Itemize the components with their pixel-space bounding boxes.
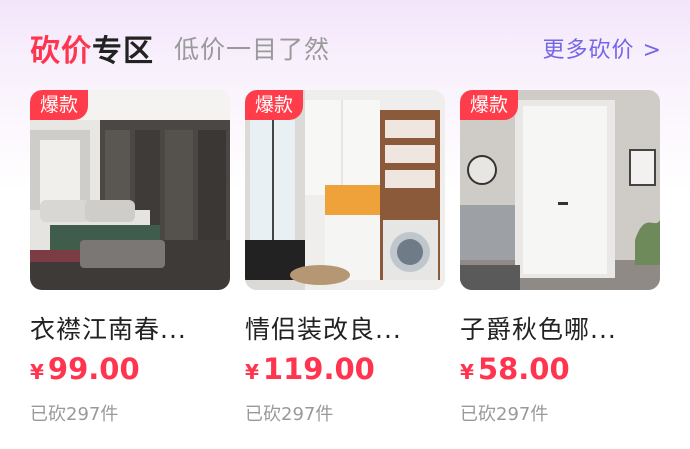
product-image[interactable]: 爆款 xyxy=(245,90,445,290)
product-image[interactable]: 爆款 xyxy=(30,90,230,290)
sold-count: 已砍297件 xyxy=(245,404,334,425)
product-price: ¥58.00 xyxy=(460,352,570,386)
product-name[interactable]: 子爵秋色哪... xyxy=(460,310,675,346)
product-price: ¥119.00 xyxy=(245,352,375,386)
white-door-image xyxy=(460,90,660,290)
product-image[interactable]: 爆款 xyxy=(460,90,660,290)
currency-symbol: ¥ xyxy=(245,360,259,384)
product-name[interactable]: 衣襟江南春... xyxy=(30,310,245,346)
price-value: 58.00 xyxy=(477,352,570,386)
product-card[interactable]: 爆款 衣襟江南春... ¥99.00 已砍297件 xyxy=(30,90,230,425)
bedroom-image xyxy=(30,90,230,290)
more-bargain-link[interactable]: 更多砍价 > xyxy=(543,32,662,64)
price-value: 119.00 xyxy=(262,352,375,386)
product-name[interactable]: 情侣装改良... xyxy=(245,310,460,346)
laundry-cabinet-image xyxy=(245,90,445,290)
bargain-section: 砍价专区 低价一目了然 更多砍价 > 爆款 衣襟江南春... ¥ 99.00 已… xyxy=(0,0,690,449)
hot-badge: 爆款 xyxy=(30,90,89,120)
sold-count: 已砍297件 xyxy=(30,404,119,425)
sold-count: 已砍297件 xyxy=(460,404,549,425)
chevron-right-icon: > xyxy=(642,38,662,63)
hot-badge: 爆款 xyxy=(460,90,519,120)
currency-symbol: ¥ xyxy=(30,360,44,384)
section-subtitle: 低价一目了然 xyxy=(174,35,331,64)
section-title-highlight: 砍价 xyxy=(30,34,92,69)
more-bargain-label: 更多砍价 xyxy=(542,38,635,63)
currency-symbol: ¥ xyxy=(460,360,474,384)
product-card[interactable]: 爆款 情侣装改良... ¥119.00 已砍297件 xyxy=(245,90,445,425)
section-header: 砍价专区 低价一目了然 更多砍价 > xyxy=(30,22,662,70)
hot-badge: 爆款 xyxy=(245,90,304,120)
product-card[interactable]: 爆款 子爵秋色哪... ¥58.00 已砍297件 xyxy=(460,90,660,425)
section-title-rest: 专区 xyxy=(92,34,154,69)
product-price: ¥99.00 xyxy=(30,352,140,386)
price-value: 99.00 xyxy=(47,352,140,386)
section-title: 砍价专区 xyxy=(30,26,154,70)
